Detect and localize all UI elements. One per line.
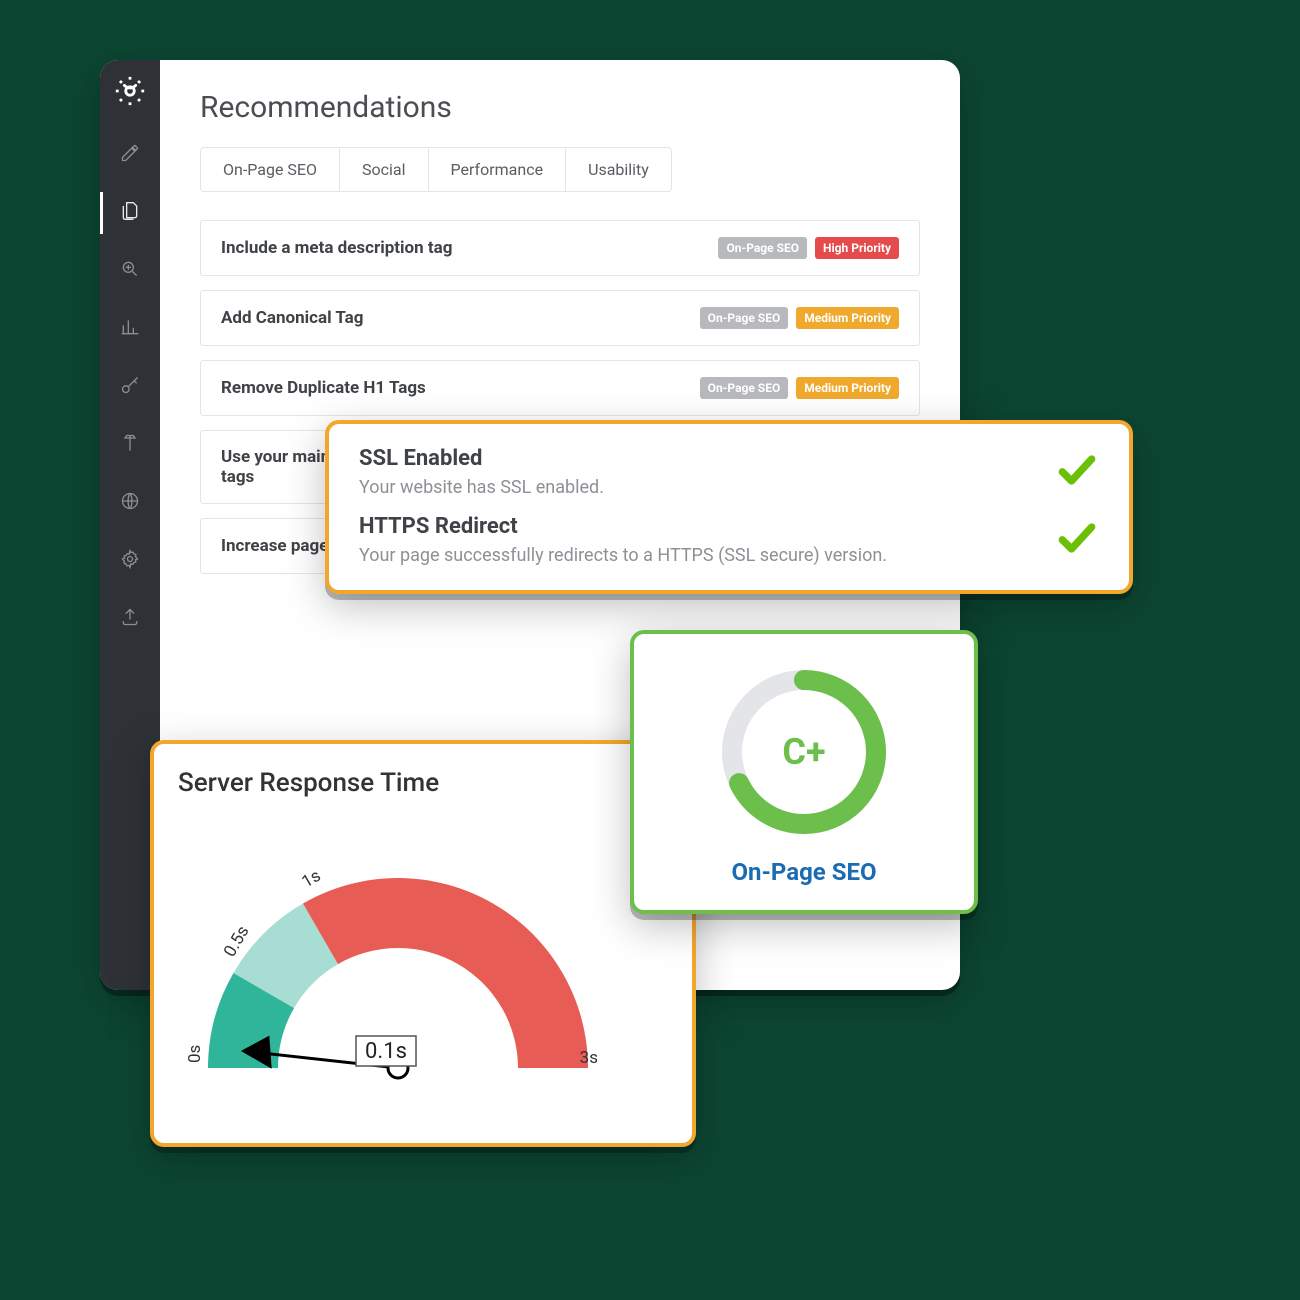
sidebar-item-settings[interactable]: [100, 534, 160, 588]
tab-performance[interactable]: Performance: [428, 147, 566, 192]
tab-social[interactable]: Social: [339, 147, 427, 192]
check-pass-icon: [1055, 516, 1099, 564]
key-icon: [120, 375, 140, 399]
share-icon: [120, 607, 140, 631]
check-row: HTTPS Redirect Your page successfully re…: [359, 514, 1099, 566]
logo-gear-icon: [113, 74, 147, 112]
grade-ring-chart: C+: [714, 662, 894, 842]
recommendation-row[interactable]: Add Canonical Tag On-Page SEO Medium Pri…: [200, 290, 920, 346]
page-title: Recommendations: [200, 90, 920, 125]
grade-card: C+ On-Page SEO: [630, 630, 978, 914]
svg-text:3s: 3s: [580, 1048, 598, 1068]
tab-onpage[interactable]: On-Page SEO: [200, 147, 339, 192]
category-badge: On-Page SEO: [700, 377, 789, 399]
priority-badge: Medium Priority: [796, 377, 899, 399]
svg-text:0.1s: 0.1s: [365, 1039, 407, 1064]
hammer-icon: [120, 433, 140, 457]
recommendation-title: Remove Duplicate H1 Tags: [221, 378, 426, 398]
gear-icon: [120, 549, 140, 573]
sidebar-item-edit[interactable]: [100, 128, 160, 182]
priority-badge: High Priority: [815, 237, 899, 259]
recommendation-row[interactable]: Remove Duplicate H1 Tags On-Page SEO Med…: [200, 360, 920, 416]
sidebar-item-globe[interactable]: [100, 476, 160, 530]
edit-icon: [120, 143, 140, 167]
sidebar-item-share[interactable]: [100, 592, 160, 646]
recommendation-title: Include a meta description tag: [221, 238, 452, 258]
bar-chart-icon: [120, 317, 140, 341]
tab-usability[interactable]: Usability: [565, 147, 672, 192]
gauge-title: Server Response Time: [178, 768, 668, 798]
priority-badge: Medium Priority: [796, 307, 899, 329]
zoom-icon: [120, 259, 140, 283]
check-detail: Your page successfully redirects to a HT…: [359, 545, 887, 566]
category-badge: On-Page SEO: [718, 237, 807, 259]
sidebar-item-charts[interactable]: [100, 302, 160, 356]
svg-text:1s: 1s: [299, 866, 325, 892]
grade-label: On-Page SEO: [654, 858, 954, 886]
sidebar-item-keys[interactable]: [100, 360, 160, 414]
category-tabs: On-Page SEO Social Performance Usability: [200, 147, 920, 192]
sidebar-item-zoom[interactable]: [100, 244, 160, 298]
response-time-card: Server Response Time 0s 0.5s 1s 3s: [150, 740, 696, 1147]
category-badge: On-Page SEO: [700, 307, 789, 329]
check-pass-icon: [1055, 448, 1099, 496]
check-heading: SSL Enabled: [359, 446, 604, 471]
sidebar-item-documents[interactable]: [100, 186, 160, 240]
check-heading: HTTPS Redirect: [359, 514, 887, 539]
recommendation-row[interactable]: Include a meta description tag On-Page S…: [200, 220, 920, 276]
gauge-chart: 0s 0.5s 1s 3s 0.1s: [178, 808, 668, 1098]
globe-icon: [120, 491, 140, 515]
check-detail: Your website has SSL enabled.: [359, 477, 604, 498]
svg-text:0s: 0s: [185, 1045, 205, 1063]
grade-letter: C+: [714, 662, 894, 842]
documents-icon: [120, 201, 140, 225]
check-row: SSL Enabled Your website has SSL enabled…: [359, 446, 1099, 498]
sidebar-item-tools[interactable]: [100, 418, 160, 472]
security-checks-card: SSL Enabled Your website has SSL enabled…: [325, 420, 1133, 594]
recommendation-title: Add Canonical Tag: [221, 308, 364, 328]
